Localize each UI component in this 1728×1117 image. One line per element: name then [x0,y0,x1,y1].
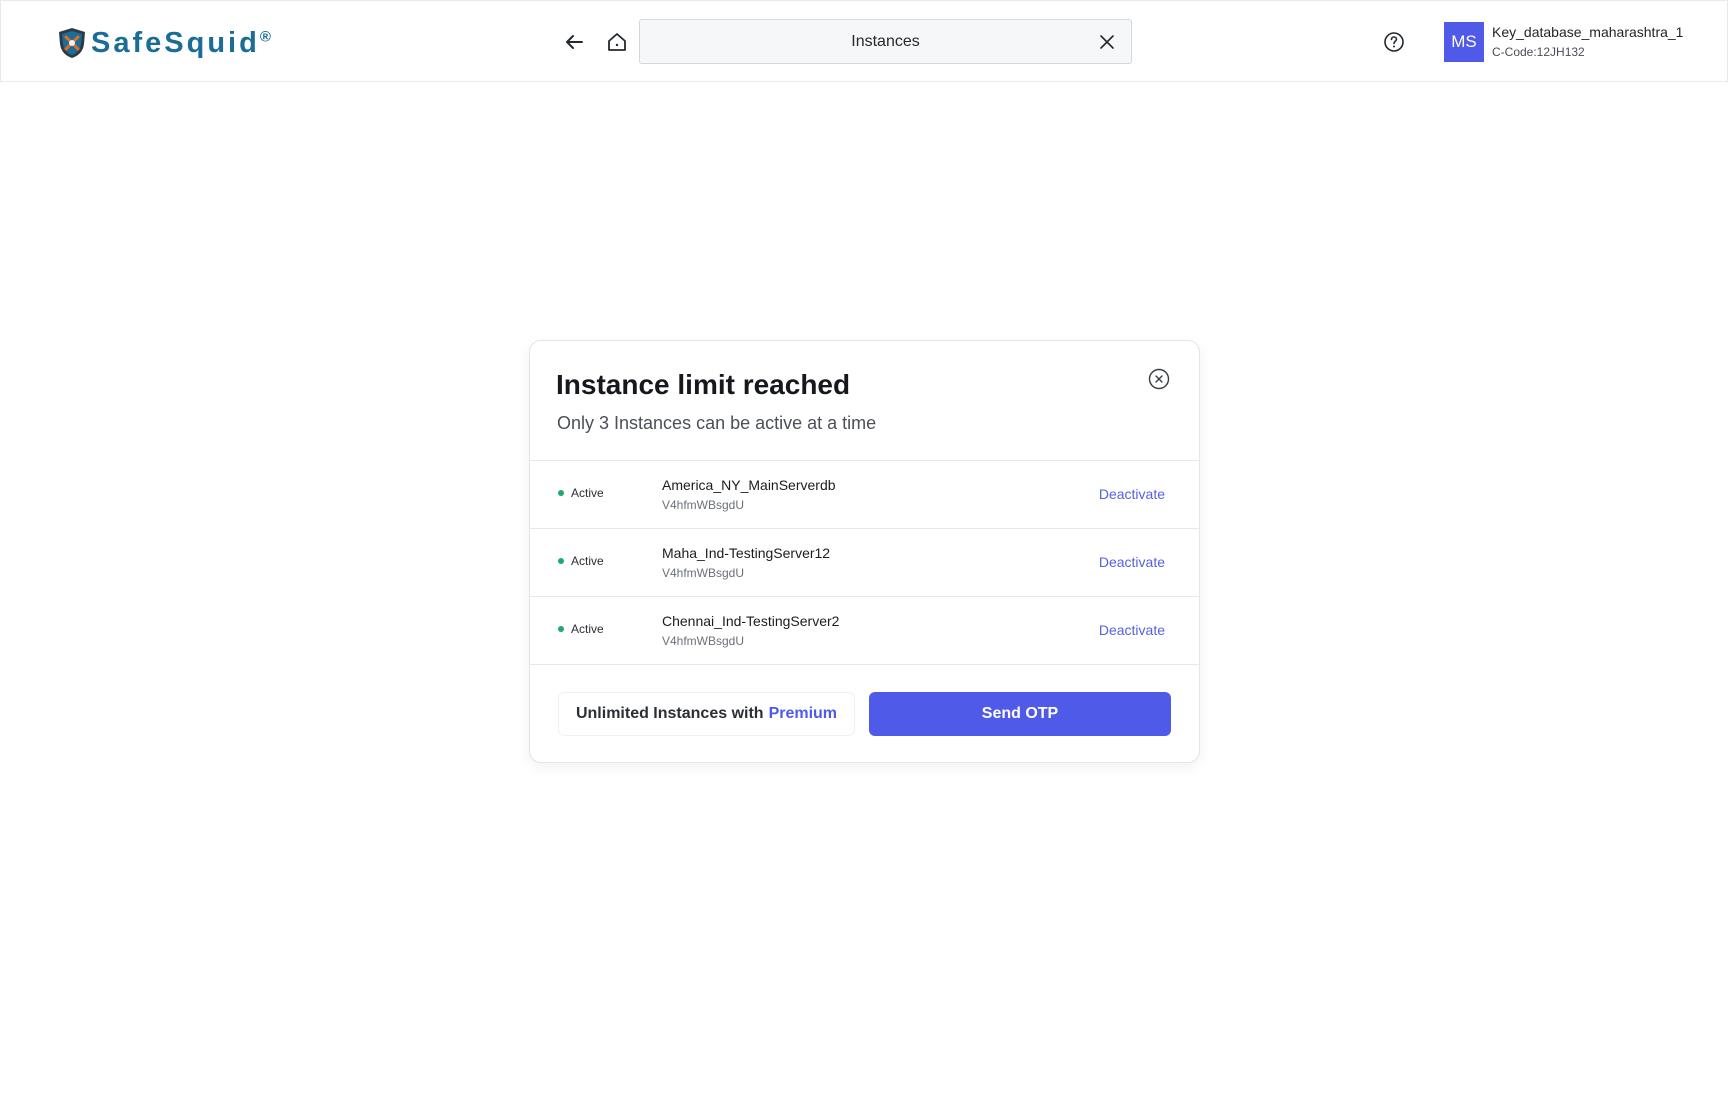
modal-footer: Unlimited Instances with Premium Send OT… [530,665,1199,763]
back-button[interactable] [559,27,589,57]
search-field[interactable]: Instances [639,19,1132,64]
instance-row: Active America_NY_MainServerdb V4hfmWBsg… [530,461,1199,529]
modal-subtitle: Only 3 Instances can be active at a time [557,413,877,433]
user-code: C-Code:12JH132 [1492,45,1585,59]
avatar[interactable]: MS [1444,22,1484,62]
shield-logo-icon [59,28,85,58]
logo-text: SafeSquid® [91,26,274,59]
status-badge: Active [558,486,604,500]
help-icon [1384,32,1404,52]
home-icon [608,33,626,51]
home-button[interactable] [602,27,632,57]
instance-limit-modal: Instance limit reached Only 3 Instances … [529,340,1200,763]
search-value: Instances [851,32,920,50]
premium-upsell-button[interactable]: Unlimited Instances with Premium [558,692,855,736]
instance-name: Maha_Ind-TestingServer12 [662,545,831,561]
status-badge: Active [558,554,604,568]
modal-close-button[interactable] [1147,367,1171,391]
deactivate-button[interactable]: Deactivate [1099,486,1165,502]
modal-header: Instance limit reached Only 3 Instances … [530,341,1199,461]
premium-prefix: Unlimited Instances with [575,705,764,722]
close-icon [1100,35,1114,49]
instance-id: V4hfmWBsgdU [662,634,745,648]
safesquid-logo[interactable]: SafeSquid® [57,25,274,61]
instance-row: Active Maha_Ind-TestingServer12 V4hfmWBs… [530,529,1199,597]
close-circle-icon [1148,368,1170,390]
modal-title: Instance limit reached [556,369,851,400]
deactivate-button[interactable]: Deactivate [1099,554,1165,570]
top-bar: SafeSquid® Instances MS Key_database_mah… [0,0,1728,82]
help-button[interactable] [1382,30,1406,54]
status-dot [558,626,564,632]
search-clear-button[interactable] [1097,32,1117,52]
user-name: Key_database_maharashtra_1 [1492,24,1684,40]
deactivate-button[interactable]: Deactivate [1099,622,1165,638]
instance-name: Chennai_Ind-TestingServer2 [662,613,840,629]
instance-row: Active Chennai_Ind-TestingServer2 V4hfmW… [530,597,1199,665]
send-otp-button[interactable]: Send OTP [869,692,1171,736]
status-dot [558,558,564,564]
status-badge: Active [558,622,604,636]
instance-name: America_NY_MainServerdb [662,477,836,493]
instance-id: V4hfmWBsgdU [662,566,745,580]
instance-id: V4hfmWBsgdU [662,498,745,512]
status-dot [558,490,564,496]
arrow-left-icon [566,35,583,49]
premium-link[interactable]: Premium [769,705,837,723]
